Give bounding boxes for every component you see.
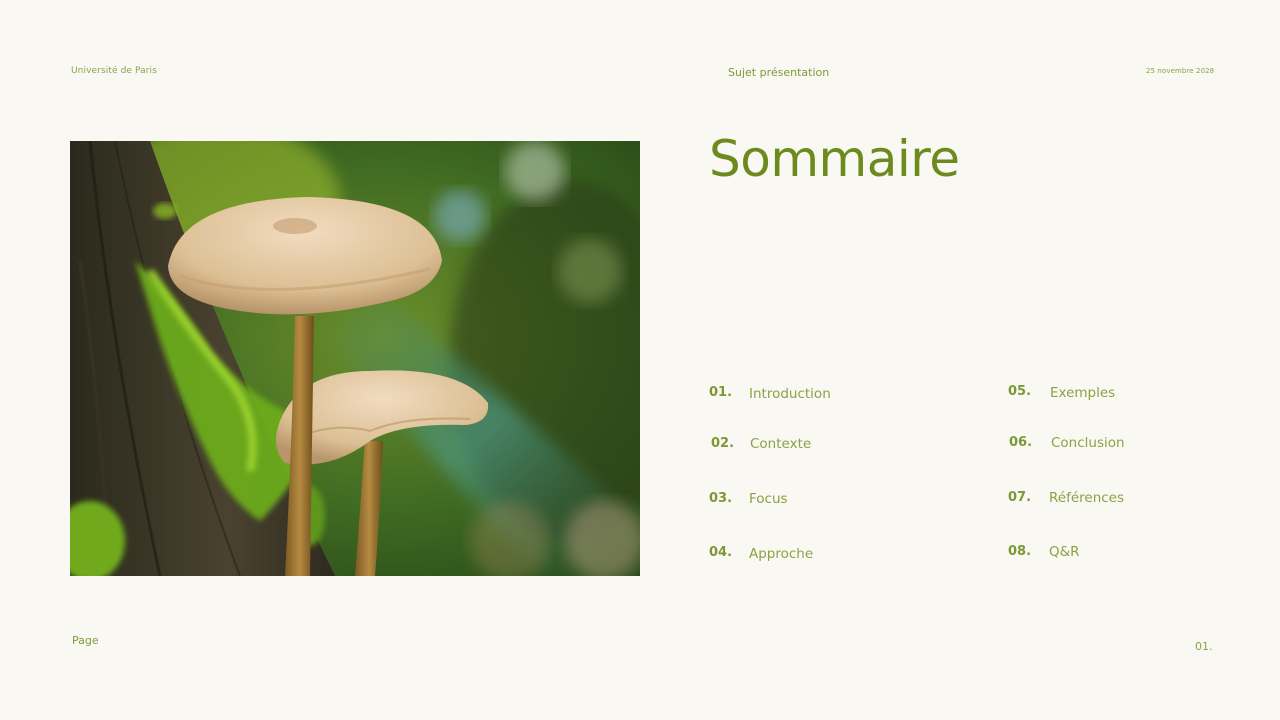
- toc-number: 07.: [1008, 490, 1032, 505]
- toc-item-introduction[interactable]: Introduction: [749, 386, 831, 402]
- toc-number: 08.: [1008, 544, 1032, 559]
- toc-number: 05.: [1008, 384, 1032, 399]
- page-title: Sommaire: [709, 130, 960, 188]
- mushroom-illustration: [70, 141, 640, 576]
- footer-page-label: Page: [72, 634, 99, 647]
- mushroom-photo: [70, 141, 640, 576]
- toc-item-exemples[interactable]: Exemples: [1050, 385, 1115, 401]
- toc-number: 03.: [709, 491, 733, 506]
- header-institution: Université de Paris: [71, 66, 157, 76]
- toc-number: 04.: [709, 545, 733, 560]
- page-number: 01.: [1195, 640, 1213, 653]
- toc-number: 02.: [711, 436, 735, 451]
- header-date: 25 novembre 2028: [1146, 67, 1215, 75]
- toc-number: 06.: [1009, 435, 1033, 450]
- toc-item-focus[interactable]: Focus: [749, 491, 788, 507]
- toc-item-contexte[interactable]: Contexte: [750, 436, 811, 452]
- toc-number: 01.: [709, 385, 733, 400]
- toc-item-approche[interactable]: Approche: [749, 546, 813, 562]
- header-subject: Sujet présentation: [728, 66, 830, 79]
- toc-item-qr[interactable]: Q&R: [1049, 544, 1080, 560]
- toc-item-conclusion[interactable]: Conclusion: [1051, 435, 1125, 451]
- toc-item-references[interactable]: Références: [1049, 490, 1124, 506]
